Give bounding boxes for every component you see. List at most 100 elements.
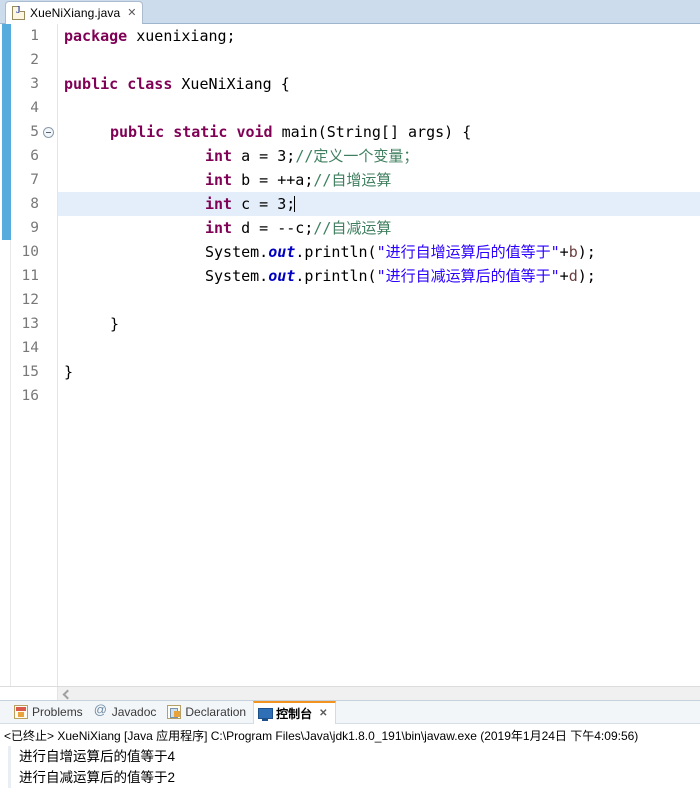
code-line-1: package xuenixiang; <box>64 24 236 48</box>
token-keyword: package <box>64 27 128 45</box>
editor-tab-bar: XueNiXiang.java ✕ <box>0 0 700 24</box>
line-number: 2 <box>30 52 39 68</box>
line-number: 4 <box>30 100 39 116</box>
token-local-var: d <box>568 267 578 285</box>
console-output-line: 进行自增运算后的值等于4 <box>8 746 700 767</box>
line-number: 12 <box>21 292 39 308</box>
code-line-9: int d = --c;//自减运算 <box>205 216 391 240</box>
token-text: .println( <box>295 267 377 285</box>
code-line-6: int a = 3;//定义一个变量； <box>205 144 418 168</box>
code-line-8: int c = 3; <box>205 192 296 216</box>
token-text: } <box>110 315 120 333</box>
line-number: 16 <box>21 388 39 404</box>
code-line-15: } <box>64 360 73 384</box>
token-text: xuenixiang; <box>127 27 236 45</box>
problems-icon <box>14 705 28 719</box>
scrollbar-gutter-spacer <box>0 686 58 701</box>
code-line-7: int b = ++a;//自增运算 <box>205 168 391 192</box>
code-line-13: } <box>110 312 119 336</box>
code-area[interactable]: package xuenixiang; public class XueNiXi… <box>58 24 700 686</box>
line-number: 13 <box>21 316 39 332</box>
change-marker-bar <box>0 24 11 686</box>
code-line-10: System.out.println("进行自增运算后的值等于"+b); <box>205 240 596 264</box>
token-text: ); <box>577 243 596 261</box>
console-tab-label: 控制台 <box>276 707 313 721</box>
token-text: System. <box>205 267 269 285</box>
text-caret <box>294 196 296 212</box>
console-tab-Javadoc[interactable]: Javadoc <box>90 701 164 723</box>
line-number: 1 <box>30 28 39 44</box>
line-number: 11 <box>21 268 39 284</box>
line-number: 8 <box>30 196 39 212</box>
console-tab-Problems[interactable]: Problems <box>10 701 90 723</box>
token-keyword: int <box>205 195 233 213</box>
token-text: + <box>559 267 569 285</box>
token-text: + <box>559 243 569 261</box>
token-text: } <box>64 363 74 381</box>
line-number: 5 <box>30 124 39 140</box>
console-launch-status: <已终止> XueNiXiang [Java 应用程序] C:\Program … <box>4 729 639 743</box>
token-text: b = ++a; <box>232 171 314 189</box>
editor-body[interactable]: 1 2 3 4 5 6 7 8 9 10 11 12 13 14 15 16 package xuenixia… <box>0 24 700 686</box>
token-keyword: public <box>64 75 119 93</box>
console-tab-控制台[interactable]: 控制台 ✕ <box>253 701 336 724</box>
console-tab-Declaration[interactable]: Declaration <box>163 701 253 723</box>
token-text: d = --c; <box>232 219 314 237</box>
token-keyword: static <box>173 123 228 141</box>
scroll-left-arrow-icon[interactable] <box>58 687 74 701</box>
eclipse-ide-window: XueNiXiang.java ✕ 1234567891011121314151… <box>0 0 700 811</box>
token-field: out <box>268 243 296 261</box>
code-line-3: public class XueNiXiang { <box>64 72 290 96</box>
editor-tab-xuenixiang[interactable]: XueNiXiang.java ✕ <box>5 1 144 24</box>
editor-horizontal-scrollbar[interactable] <box>0 686 700 701</box>
line-number: 10 <box>21 244 39 260</box>
scrollbar-track[interactable] <box>74 686 700 701</box>
token-text: ); <box>577 267 596 285</box>
token-text: c = 3; <box>232 195 296 213</box>
token-text: XueNiXiang { <box>172 75 290 93</box>
token-local-var: b <box>568 243 578 261</box>
console-icon <box>258 707 274 721</box>
line-number: 3 <box>30 76 39 92</box>
code-line-11: System.out.println("进行自减运算后的值等于"+d); <box>205 264 596 288</box>
current-line-highlight <box>58 192 700 216</box>
token-text: a = 3; <box>232 147 296 165</box>
token-keyword: void <box>236 123 273 141</box>
console-part: Problems Javadoc Declaration 控制台 ✕ <已终止> Xue… <box>0 700 700 811</box>
java-file-icon <box>12 5 25 20</box>
line-number-gutter: 1 2 3 4 5 6 7 8 9 10 11 12 13 14 15 16 <box>11 24 58 686</box>
token-text: .println( <box>295 243 377 261</box>
token-keyword: int <box>205 219 233 237</box>
editor-part: XueNiXiang.java ✕ 1234567891011121314151… <box>0 0 700 701</box>
console-body[interactable]: <已终止> XueNiXiang [Java 应用程序] C:\Program … <box>0 724 700 811</box>
token-comment: //自增运算 <box>313 171 392 189</box>
line-number: 6 <box>30 148 39 164</box>
token-comment: //定义一个变量； <box>295 147 419 165</box>
close-icon[interactable]: ✕ <box>127 7 136 19</box>
line-number: 15 <box>21 364 39 380</box>
token-comment: //自减运算 <box>313 219 392 237</box>
token-text: System. <box>205 243 269 261</box>
line-number: 14 <box>21 340 39 356</box>
code-line-5: public static void main(String[] args) { <box>110 120 471 144</box>
console-tab-bar: Problems Javadoc Declaration 控制台 ✕ <box>0 701 700 724</box>
fold-collapse-icon[interactable] <box>43 127 54 138</box>
close-icon[interactable]: ✕ <box>319 708 327 719</box>
javadoc-icon <box>94 702 108 719</box>
token-string: "进行自增运算后的值等于" <box>376 243 560 261</box>
line-number: 7 <box>30 172 39 188</box>
changed-lines-marker <box>2 24 11 240</box>
token-keyword: public <box>110 123 165 141</box>
token-keyword: int <box>205 171 233 189</box>
console-output-region: 进行自增运算后的值等于4 进行自减运算后的值等于2 <box>0 746 700 788</box>
console-tab-label: Problems <box>32 705 83 719</box>
token-string: "进行自减运算后的值等于" <box>376 267 560 285</box>
console-tab-label: Javadoc <box>111 705 157 719</box>
declaration-icon <box>167 705 182 719</box>
token-text: main(String[] args) { <box>272 123 472 141</box>
console-output-line: 进行自减运算后的值等于2 <box>8 767 700 788</box>
console-tab-label: Declaration <box>185 705 247 719</box>
token-keyword: class <box>127 75 173 93</box>
token-field: out <box>268 267 296 285</box>
line-number: 9 <box>30 220 39 236</box>
